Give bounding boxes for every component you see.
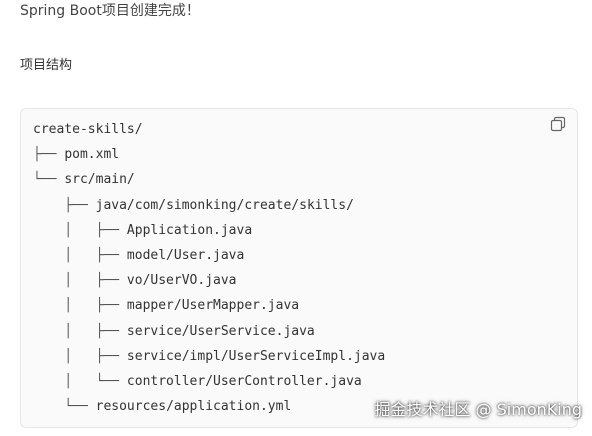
tree-entry: model/User.java xyxy=(126,247,245,263)
tree-line: │ ├── service/UserService.java xyxy=(33,322,385,347)
tree-line: create-skills/ xyxy=(33,120,385,145)
tree-entry: resources/application.yml xyxy=(95,399,292,415)
tree-entry: service/impl/UserServiceImpl.java xyxy=(126,348,386,364)
tree-entry: vo/UserVO.java xyxy=(126,273,237,289)
tree-branch: ├── xyxy=(33,147,65,163)
tree-line: │ ├── model/User.java xyxy=(33,246,385,271)
tree-entry: Application.java xyxy=(126,222,253,238)
tree-branch: ├── xyxy=(33,197,96,213)
tree-branch: └── xyxy=(33,399,96,415)
tree-line: │ └── controller/UserController.java xyxy=(33,372,385,397)
tree-entry: java/com/simonking/create/skills/ xyxy=(95,197,354,213)
tree-branch: │ ├── xyxy=(33,222,127,238)
article-headline: Spring Boot项目创建完成！ xyxy=(20,3,200,19)
tree-entry: src/main/ xyxy=(64,172,135,188)
tree-line: │ ├── mapper/UserMapper.java xyxy=(33,296,385,321)
section-title: 项目结构 xyxy=(20,58,73,73)
tree-line: │ ├── Application.java xyxy=(33,221,385,246)
tree-line: │ ├── service/impl/UserServiceImpl.java xyxy=(33,347,385,372)
tree-branch: │ ├── xyxy=(33,323,127,339)
tree-branch: └── xyxy=(33,172,65,188)
tree-branch: │ └── xyxy=(33,373,127,389)
tree-line: ├── java/com/simonking/create/skills/ xyxy=(33,196,385,221)
tree-entry: mapper/UserMapper.java xyxy=(126,298,300,314)
tree-line: ├── pom.xml xyxy=(33,145,385,170)
tree-branch: │ ├── xyxy=(33,348,127,364)
code-block: create-skills/ ├── pom.xml └── src/main/… xyxy=(20,108,578,428)
copy-button[interactable] xyxy=(549,115,567,133)
tree-branch: │ ├── xyxy=(33,298,127,314)
tree-entry: pom.xml xyxy=(64,147,120,163)
tree-entry: controller/UserController.java xyxy=(126,373,362,389)
tree-line: └── resources/application.yml xyxy=(33,397,385,422)
copy-icon xyxy=(550,116,566,132)
tree-line: └── src/main/ xyxy=(33,170,385,195)
watermark: 掘金技术社区 @ SimonKing xyxy=(374,400,582,419)
tree-entry: create-skills/ xyxy=(33,122,143,137)
tree-line: │ ├── vo/UserVO.java xyxy=(33,271,385,296)
tree-entry: service/UserService.java xyxy=(126,323,315,339)
project-tree: create-skills/ ├── pom.xml └── src/main/… xyxy=(33,120,385,422)
tree-branch: │ ├── xyxy=(33,273,127,289)
tree-branch: │ ├── xyxy=(33,247,127,263)
